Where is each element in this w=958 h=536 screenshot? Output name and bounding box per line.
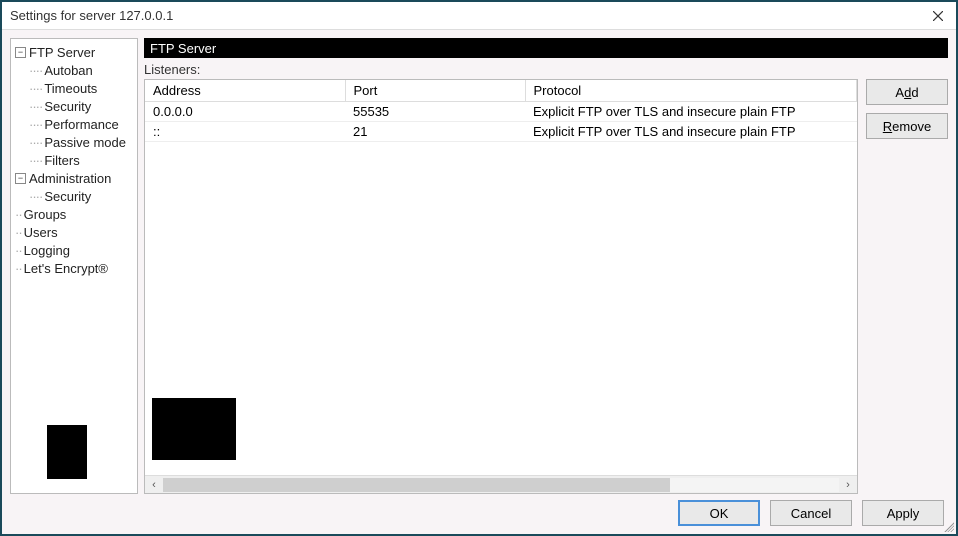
cancel-button[interactable]: Cancel: [770, 500, 852, 526]
section-title: FTP Server: [150, 41, 216, 56]
titlebar: Settings for server 127.0.0.1: [2, 2, 956, 30]
scroll-track[interactable]: [163, 478, 839, 492]
dialog-footer: OK Cancel Apply: [10, 500, 948, 526]
nav-tree: − FTP Server Autoban Timeouts Security P…: [13, 43, 135, 277]
listeners-table-wrap: Address Port Protocol 0.0.0.0 55535 Expl…: [144, 79, 858, 494]
remove-button[interactable]: Remove: [866, 113, 948, 139]
collapse-icon[interactable]: −: [15, 47, 26, 58]
close-button[interactable]: [926, 6, 950, 26]
window-title: Settings for server 127.0.0.1: [10, 8, 173, 23]
tree-item-lets-encrypt[interactable]: Let's Encrypt®: [13, 259, 135, 277]
settings-window: Settings for server 127.0.0.1 − FTP Serv…: [0, 0, 958, 536]
tree-item-admin-security[interactable]: Security: [27, 187, 135, 205]
cell-address: ::: [145, 122, 345, 142]
ok-button[interactable]: OK: [678, 500, 760, 526]
tree-item-administration[interactable]: − Administration: [13, 169, 135, 187]
cell-port: 21: [345, 122, 525, 142]
cell-port: 55535: [345, 102, 525, 122]
tree-label: FTP Server: [29, 45, 95, 60]
collapse-icon[interactable]: −: [15, 173, 26, 184]
resize-grip[interactable]: [942, 520, 954, 532]
tree-item-filters[interactable]: Filters: [27, 151, 135, 169]
cell-protocol: Explicit FTP over TLS and insecure plain…: [525, 122, 857, 142]
redaction-block: [152, 398, 236, 460]
cell-address: 0.0.0.0: [145, 102, 345, 122]
tree-item-timeouts[interactable]: Timeouts: [27, 79, 135, 97]
tree-item-performance[interactable]: Performance: [27, 115, 135, 133]
table-row[interactable]: :: 21 Explicit FTP over TLS and insecure…: [145, 122, 857, 142]
listeners-table: Address Port Protocol 0.0.0.0 55535 Expl…: [145, 80, 857, 142]
tree-item-ftp-server[interactable]: − FTP Server: [13, 43, 135, 61]
nav-tree-panel: − FTP Server Autoban Timeouts Security P…: [10, 38, 138, 494]
col-header-port[interactable]: Port: [345, 80, 525, 102]
scroll-right-icon[interactable]: ›: [839, 479, 857, 491]
add-button[interactable]: AddAdd: [866, 79, 948, 105]
listener-buttons: AddAdd Remove: [866, 79, 948, 494]
tree-item-passive-mode[interactable]: Passive mode: [27, 133, 135, 151]
tree-item-users[interactable]: Users: [13, 223, 135, 241]
tree-item-autoban[interactable]: Autoban: [27, 61, 135, 79]
horizontal-scrollbar[interactable]: ‹ ›: [145, 475, 857, 493]
tree-item-logging[interactable]: Logging: [13, 241, 135, 259]
listeners-label: Listeners:: [144, 62, 948, 77]
scroll-thumb[interactable]: [163, 478, 670, 492]
tree-item-security[interactable]: Security: [27, 97, 135, 115]
cell-protocol: Explicit FTP over TLS and insecure plain…: [525, 102, 857, 122]
col-header-protocol[interactable]: Protocol: [525, 80, 857, 102]
close-icon: [933, 11, 943, 21]
col-header-address[interactable]: Address: [145, 80, 345, 102]
apply-button[interactable]: Apply: [862, 500, 944, 526]
tree-item-groups[interactable]: Groups: [13, 205, 135, 223]
table-row[interactable]: 0.0.0.0 55535 Explicit FTP over TLS and …: [145, 102, 857, 122]
scroll-left-icon[interactable]: ‹: [145, 479, 163, 491]
tree-label: Administration: [29, 171, 111, 186]
redaction-block: [47, 425, 87, 479]
content-panel: FTP Server Listeners: Address Port Proto…: [144, 38, 948, 494]
section-header: FTP Server: [144, 38, 948, 58]
